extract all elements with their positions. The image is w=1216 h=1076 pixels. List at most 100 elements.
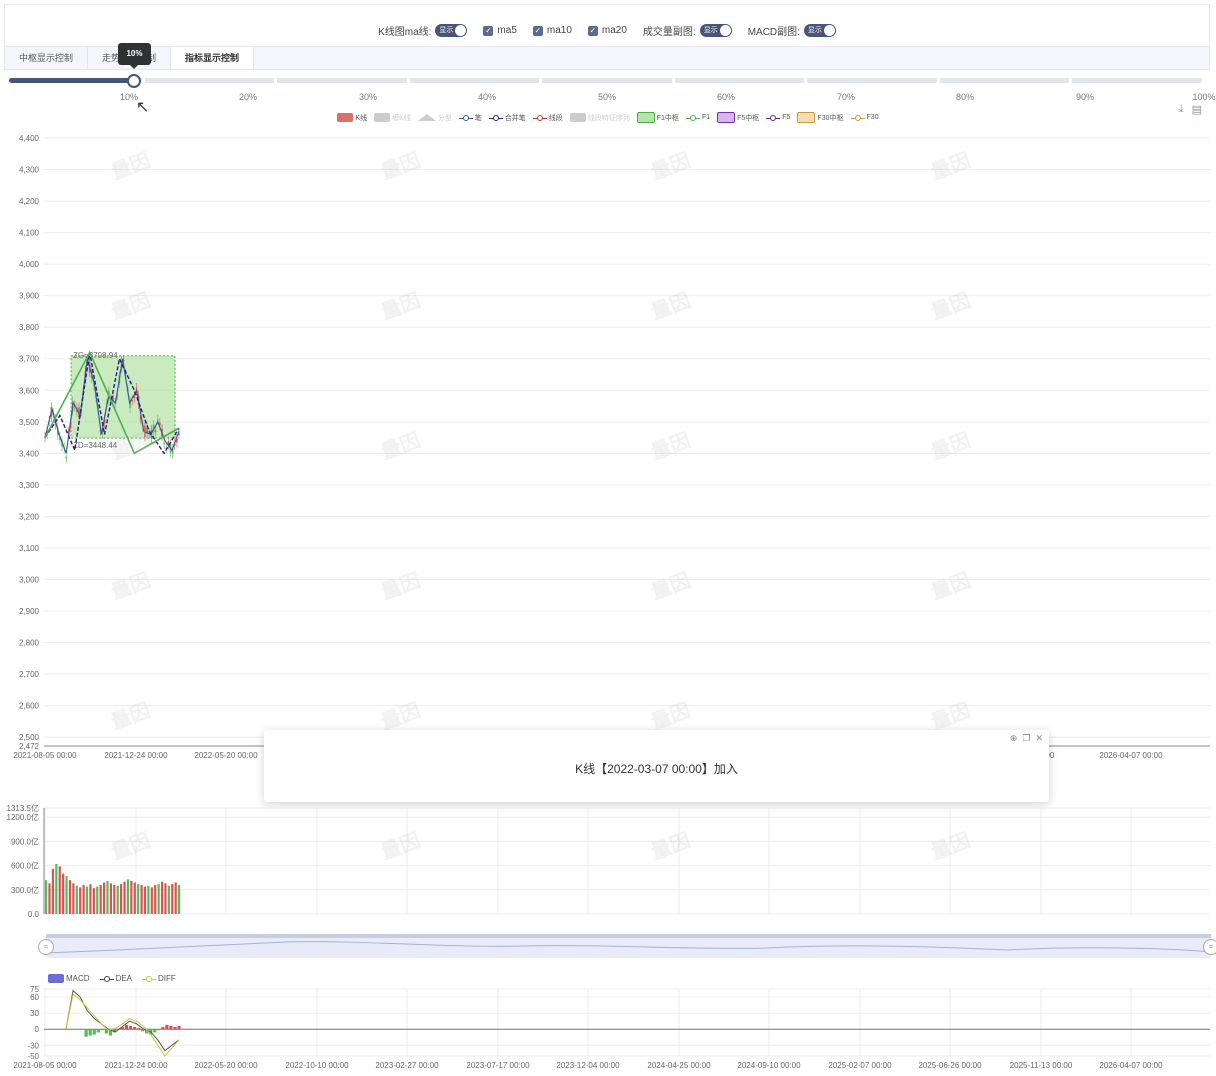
legend-label: F30 <box>866 114 879 121</box>
slider-stop <box>406 78 410 83</box>
macd-bar <box>177 1025 181 1030</box>
y-tick-label: 4,300 <box>19 166 40 175</box>
option-toggle[interactable]: 成交量副图: 显示 <box>643 23 732 38</box>
macd-bar <box>132 1027 137 1030</box>
y-tick-label: 3,400 <box>19 449 40 458</box>
zoom-icon[interactable]: ⊕ <box>1010 733 1018 744</box>
legend-label: 线段 <box>548 114 563 122</box>
checkbox-icon[interactable]: ✓ <box>532 25 543 36</box>
candle-body <box>65 456 68 459</box>
x-tick-label: 2026-04-07 00:00 <box>1099 751 1163 760</box>
legend-item[interactable]: F1中枢 <box>636 112 679 123</box>
x-tick-label: 2022-05-20 00:00 <box>194 751 258 760</box>
legend-swatch <box>766 114 781 122</box>
legend-swatch <box>337 113 354 122</box>
option-toggle[interactable]: K线图ma线: 显示 <box>378 23 468 38</box>
y-tick-label: 3,200 <box>19 512 40 521</box>
macd-bar <box>128 1025 133 1030</box>
slider-stop <box>539 78 543 83</box>
legend-label: 合并笔 <box>504 114 526 122</box>
toggle-label: 显示 <box>703 27 718 34</box>
x-tick-label: 2023-02-27 00:00 <box>375 1061 439 1070</box>
volume-bar <box>164 883 167 914</box>
datazoom-handle-right[interactable]: = <box>1203 939 1216 955</box>
option-toggle[interactable]: MACD副图: 显示 <box>748 23 836 38</box>
toggle-knob <box>823 25 835 36</box>
progress-slider[interactable] <box>9 78 1205 83</box>
volume-bar <box>147 885 150 914</box>
legend-item[interactable]: F1 <box>685 114 710 122</box>
macd-chart: 7560300-30-502021-08-05 00:00 2021-12-24 … <box>13 985 1210 1070</box>
dea-line <box>65 989 180 1052</box>
volume-bar <box>72 883 75 914</box>
diff-legend-item[interactable]: DIFF <box>142 974 176 983</box>
legend-item[interactable]: F30 <box>850 114 879 122</box>
x-tick-label: 2023-12-04 00:00 <box>556 1061 620 1070</box>
candle-body <box>156 419 159 421</box>
data-view-icon[interactable]: ▤ <box>1192 103 1202 116</box>
legend-item[interactable]: K线 <box>337 113 367 123</box>
y-tick-label: 30 <box>30 1009 39 1018</box>
y-tick-label: -50 <box>27 1052 39 1061</box>
volume-bar <box>51 868 55 914</box>
legend-item[interactable]: F5 <box>766 114 790 122</box>
y-tick-label: 1200.0亿 <box>7 812 39 822</box>
legend-item[interactable]: 分型 <box>417 113 452 123</box>
checkbox-icon[interactable]: ✓ <box>587 25 598 36</box>
macd-bar <box>169 1025 173 1030</box>
y-tick-label: 1313.5亿 <box>7 803 39 813</box>
macd-bar <box>165 1024 169 1030</box>
legend-label: 分型 <box>437 114 452 122</box>
tab-0[interactable]: 中枢显示控制 <box>5 47 89 69</box>
toggle-switch[interactable]: 显示 <box>803 24 836 37</box>
legend-swatch <box>417 114 436 121</box>
x-tick-label: 2025-11-13 00:00 <box>1010 1061 1073 1070</box>
slider-handle[interactable] <box>127 74 142 88</box>
volume-bar <box>82 884 85 914</box>
tab-2[interactable]: 指标显示控制 <box>171 47 255 69</box>
y-tick-label: 4,100 <box>19 229 40 238</box>
candle-body <box>135 387 138 389</box>
chart-legend: K线 缠K线 分型 笔 合并笔 线段 线段特征序列 F1中枢 F1 F5中枢 F5 F30中枢 F30 <box>0 112 1216 123</box>
option-checkbox[interactable]: ✓ ma10 <box>532 25 572 36</box>
toggle-switch[interactable]: 显示 <box>699 24 732 37</box>
macd-legend-item[interactable]: MACD <box>48 974 90 983</box>
legend-swatch <box>717 112 736 123</box>
download-icon[interactable]: ⤓ <box>1179 103 1184 116</box>
x-tick-label: 2023-07-17 00:00 <box>466 1061 530 1070</box>
legend-swatch <box>458 114 473 122</box>
legend-item[interactable]: F5中枢 <box>717 112 759 123</box>
legend-item[interactable]: F30中枢 <box>797 112 844 123</box>
legend-label: 缠K线 <box>392 114 411 122</box>
datazoom-handle-left[interactable]: = <box>38 939 54 955</box>
notification-toast: ⊕ ❐ ✕ K线【2022-03-07 00:00】加入 <box>264 730 1049 802</box>
toggle-switch[interactable]: 显示 <box>435 24 468 37</box>
legend-swatch <box>488 114 503 122</box>
volume-bar <box>96 886 99 914</box>
close-icon[interactable]: ✕ <box>1035 733 1043 744</box>
checkbox-icon[interactable]: ✓ <box>483 25 494 36</box>
datazoom-bar[interactable]: = = <box>38 934 1216 958</box>
legend-label: 笔 <box>474 114 482 122</box>
option-checkbox[interactable]: ✓ ma5 <box>483 25 517 36</box>
dea-legend-item[interactable]: DEA <box>99 974 132 983</box>
y-tick-label: 4,200 <box>19 197 40 206</box>
volume-bar <box>160 881 164 914</box>
x-tick-label: 2021-08-05 00:00 <box>13 1061 77 1070</box>
legend-item[interactable]: 笔 <box>458 113 482 123</box>
volume-bar <box>167 885 170 914</box>
copy-icon[interactable]: ❐ <box>1022 733 1030 744</box>
legend-item[interactable]: 线段特征序列 <box>569 113 630 123</box>
slider-stop <box>671 78 675 83</box>
x-tick-label: 2024-04-25 00:00 <box>647 1061 711 1070</box>
volume-bar <box>75 885 78 914</box>
y-tick-label: 3,800 <box>19 323 40 332</box>
macd-bar <box>96 1029 100 1033</box>
x-tick-label: 2021-08-05 00:00 <box>13 751 77 760</box>
legend-label: K线 <box>355 114 368 122</box>
legend-item[interactable]: 缠K线 <box>374 113 411 123</box>
legend-item[interactable]: 合并笔 <box>488 113 526 123</box>
legend-item[interactable]: 线段 <box>532 113 563 123</box>
option-checkbox[interactable]: ✓ ma20 <box>587 25 627 36</box>
slider-mark-label: 70% <box>836 92 856 102</box>
